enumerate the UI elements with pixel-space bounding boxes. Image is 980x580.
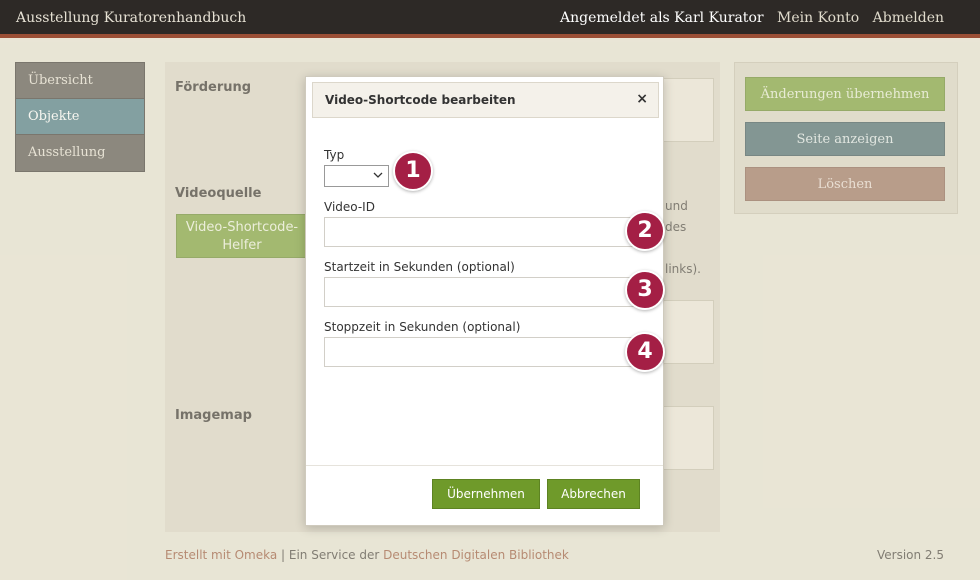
user-nav: Angemeldet als Karl Kurator Mein Konto A… [551,10,944,26]
video-id-input[interactable] [324,217,650,247]
stop-time-label: Stoppzeit in Sekunden (optional) [324,320,521,334]
account-link[interactable]: Mein Konto [777,10,859,26]
stop-time-input[interactable] [324,337,650,367]
site-title[interactable]: Ausstellung Kuratorenhandbuch [16,10,246,26]
callout-2: 2 [625,211,665,251]
video-id-label: Video-ID [324,200,375,214]
logout-link[interactable]: Abmelden [873,10,944,26]
callout-1: 1 [393,151,433,191]
close-icon[interactable]: × [636,91,648,107]
cancel-button[interactable]: Abbrechen [547,479,640,509]
dialog-footer: Übernehmen Abbrechen [306,465,663,525]
video-shortcode-dialog: Video-Shortcode bearbeiten × Typ Video-I… [305,76,664,526]
top-bar: Ausstellung Kuratorenhandbuch Angemeldet… [0,0,980,38]
dialog-header: Video-Shortcode bearbeiten × [312,82,659,118]
chevron-down-icon [373,168,383,185]
start-time-label: Startzeit in Sekunden (optional) [324,260,515,274]
type-label: Typ [324,148,345,162]
apply-button[interactable]: Übernehmen [432,479,540,509]
type-select[interactable] [324,165,389,187]
logged-in-user: Angemeldet als Karl Kurator [559,10,764,26]
start-time-input[interactable] [324,277,650,307]
dialog-title: Video-Shortcode bearbeiten [325,93,516,107]
callout-3: 3 [625,270,665,310]
callout-4: 4 [625,332,665,372]
